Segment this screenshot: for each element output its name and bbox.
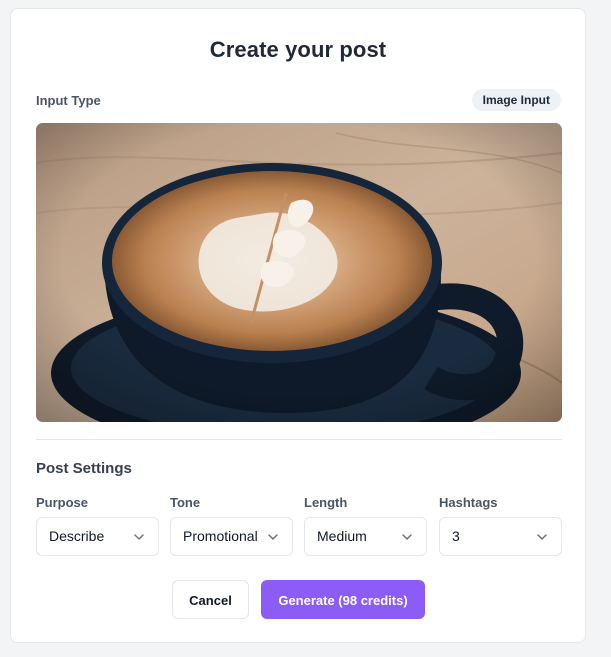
purpose-label: Purpose — [36, 495, 89, 510]
page-title: Create your post — [209, 37, 387, 62]
cancel-button[interactable]: Cancel — [172, 580, 249, 619]
hashtags-value: 3 — [452, 528, 460, 544]
chevron-down-icon — [402, 534, 412, 540]
section-divider — [36, 439, 562, 440]
chevron-down-icon — [268, 534, 278, 540]
purpose-select[interactable]: Describe — [36, 517, 159, 556]
tone-value: Promotional — [183, 528, 258, 544]
length-value: Medium — [317, 528, 367, 544]
purpose-value: Describe — [49, 528, 105, 544]
tone-field: Tone Promotional — [170, 495, 293, 556]
length-select[interactable]: Medium — [304, 517, 427, 556]
post-settings-title: Post Settings — [36, 460, 132, 477]
chevron-down-icon — [134, 534, 144, 540]
tone-select[interactable]: Promotional — [170, 517, 293, 556]
coffee-latte-image — [36, 123, 562, 422]
purpose-field: Purpose Describe — [36, 495, 159, 556]
uploaded-image[interactable] — [36, 123, 562, 422]
hashtags-label: Hashtags — [439, 495, 498, 510]
create-post-card: Create your post Input Type Image Input — [10, 8, 586, 643]
input-type-label: Input Type — [36, 93, 101, 108]
length-field: Length Medium — [304, 495, 427, 556]
hashtags-select[interactable]: 3 — [439, 517, 562, 556]
generate-button[interactable]: Generate (98 credits) — [261, 580, 425, 619]
hashtags-field: Hashtags 3 — [439, 495, 562, 556]
tone-label: Tone — [170, 495, 201, 510]
chevron-down-icon — [537, 534, 547, 540]
length-label: Length — [304, 495, 348, 510]
input-type-badge: Image Input — [471, 89, 561, 111]
